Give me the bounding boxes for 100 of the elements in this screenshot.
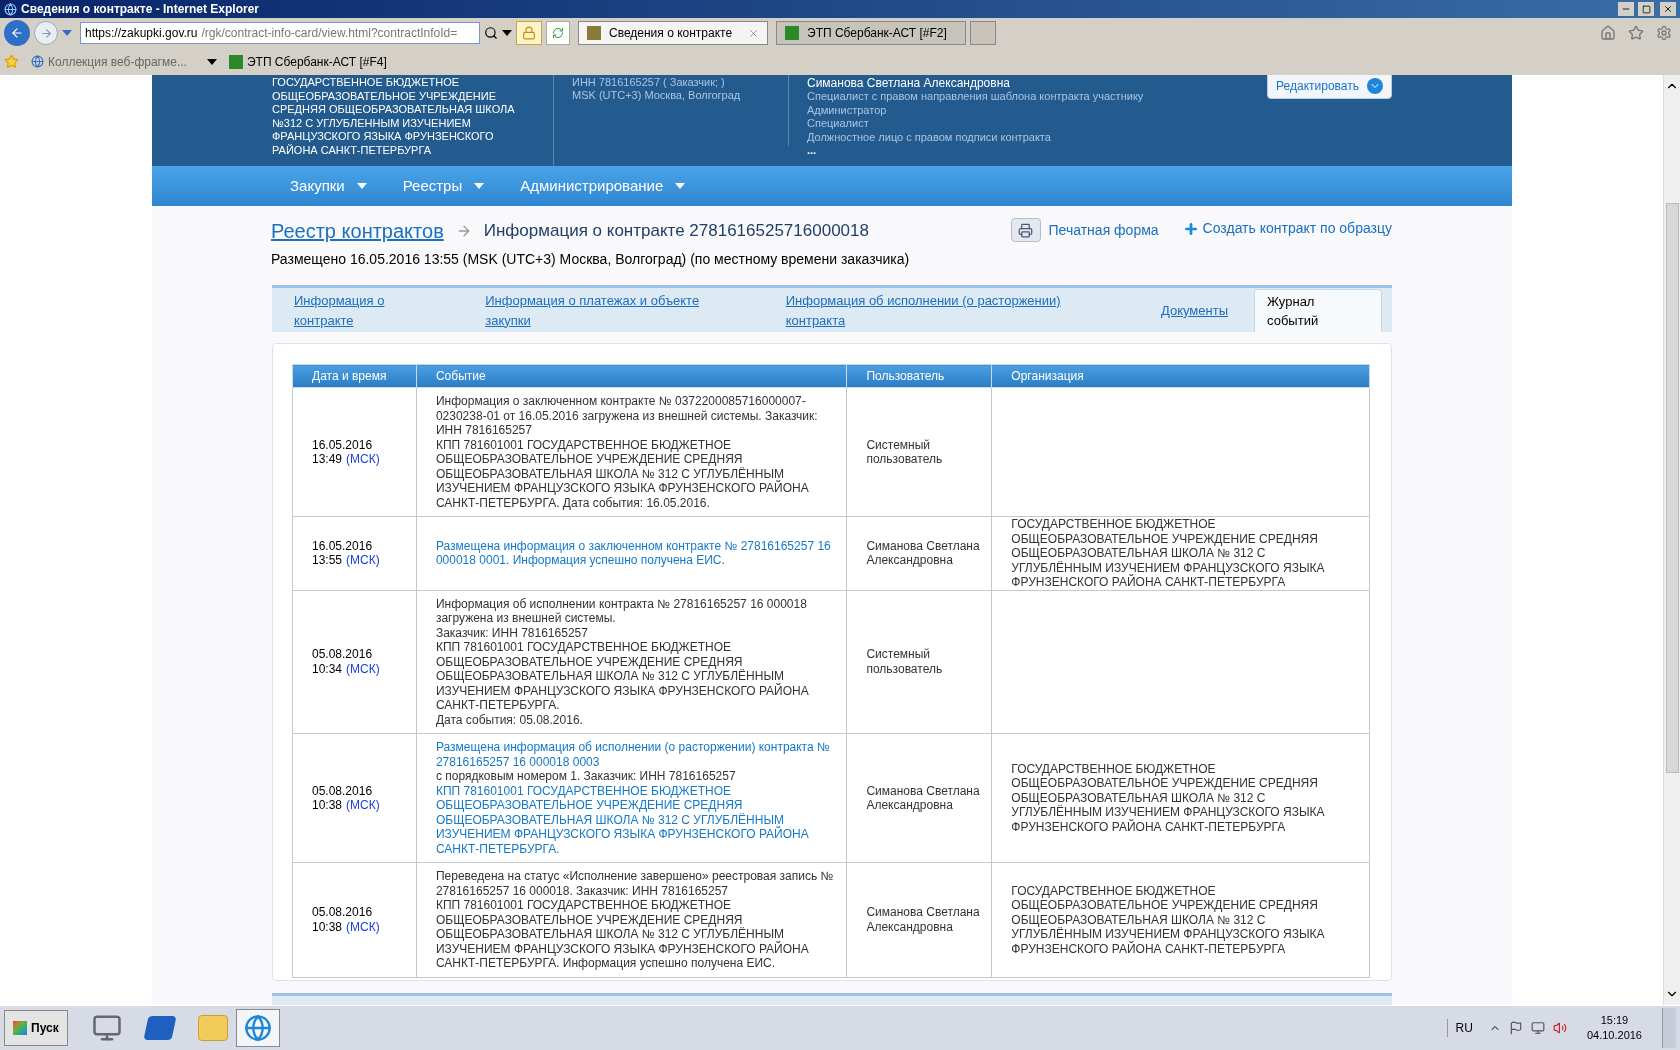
column-header: Пользователь bbox=[846, 364, 992, 388]
search-icon[interactable] bbox=[484, 26, 498, 40]
event-link[interactable]: Размещена информация об исполнении (о расторжении) контракта № 27816165257 16 000018 0003 bbox=[435, 740, 839, 769]
print-link[interactable]: Печатная форма bbox=[1010, 218, 1159, 242]
nav-menu-item[interactable]: Реестры bbox=[402, 174, 485, 198]
close-icon bbox=[1663, 4, 1673, 14]
caret-icon bbox=[206, 58, 217, 65]
plus-icon bbox=[1182, 220, 1199, 237]
column-header: Событие bbox=[416, 364, 847, 388]
forward-arrow-icon bbox=[39, 26, 53, 40]
settings-icon[interactable] bbox=[1656, 25, 1672, 41]
create-link[interactable]: Создать контракт по образцу bbox=[1182, 218, 1392, 239]
refresh-icon bbox=[552, 27, 564, 39]
event-text: Информация об исполнении контракта № 27816165257 16 000018 загружена из внешней системы. Заказчик: ИНН 7816165257 КПП 781601001 ГОСУДАРСТВЕННОЕ БЮДЖЕТНОЕ ОБЩЕОБРАЗОВАТЕЛЬНОЕ УЧРЕЖДЕНИЕ СРЕДНЯЯ ОБЩЕОБРАЗОВАТЕЛЬНАЯ ШКОЛА № 312 С УГЛУБЛЁННЫМ ИЗУЧЕНИЕМ ФРАНЦУЗСКОГО ЯЗЫКА ФРУНЗЕНСКОГО РАЙОНА САНКТ-ПЕТЕРБУРГА. Дата события: 05.08.2016. bbox=[435, 596, 810, 727]
customer-info: ИНН 7816165257 ( Заказчик; ) bbox=[572, 76, 726, 89]
more-text: ... bbox=[807, 144, 818, 156]
browser-tab[interactable]: Сведения о контракте bbox=[578, 21, 768, 45]
chevron-down-icon bbox=[1367, 78, 1383, 94]
timezone-link[interactable]: (МСК) bbox=[346, 798, 380, 813]
tab[interactable]: Документы bbox=[1149, 289, 1240, 332]
tab[interactable]: Информация о платежах и объекте закупки bbox=[473, 289, 760, 332]
lock-icon bbox=[522, 26, 536, 40]
event-text: Переведена на статус «Исполнение завершено» реестровая запись № 27816165257 16 000018. Заказчик: ИНН 7816165257 КПП 781601001 ГОСУДАРСТВЕННОЕ БЮДЖЕТНОЕ ОБЩЕОБРАЗОВАТЕЛЬНОЕ УЧРЕЖДЕНИЕ СРЕДНЯЯ ОБЩЕОБРАЗОВАТЕЛЬНАЯ ШКОЛА № 312 С УГЛУБЛЁННЫМ ИЗУЧЕНИЕМ ФРАНЦУЗСКОГО ЯЗЫКА ФРУНЗЕНСКОГО РАЙОНА САНКТ-ПЕТЕРБУРГА. Информация успешно получена ЕИС. bbox=[435, 869, 835, 971]
address-bar[interactable]: https://zakupki.gov.ru /rgk/contract-info-card/view.html?contractInfoId= bbox=[80, 22, 480, 44]
clock-date[interactable]: 04.10.2016 bbox=[1586, 1028, 1642, 1043]
event-link[interactable]: Размещена информация о заключенном контракте № 27816165257 16 000018 0001. Информация успешно получена ЕИС. bbox=[435, 538, 839, 568]
start-button[interactable]: Пуск bbox=[4, 1010, 68, 1046]
nav-menu-item[interactable]: Администрирование bbox=[520, 174, 686, 198]
tab[interactable]: Журнал событий bbox=[1254, 289, 1382, 332]
column-header: Организация bbox=[991, 364, 1370, 388]
event-text: Информация о заключенном контракте № 0372200085716000007-0230238-01 от 16.05.2016 загружена из внешней системы. Заказчик: ИНН 7816165257 КПП 781601001 ГОСУДАРСТВЕННОЕ БЮДЖЕТНОЕ ОБЩЕОБРАЗОВАТЕЛЬНОЕ УЧРЕЖДЕНИЕ СРЕДНЯЯ ОБЩЕОБРАЗОВАТЕЛЬНАЯ ШКОЛА № 312 С УГЛУБЛЁННЫМ ИЗУЧЕНИЕМ ФРАНЦУЗСКОГО ЯЗЫКА ФРУНЗЕНСКОГО РАЙОНА САНКТ-ПЕТЕРБУРГА. Дата события: 16.05.2016. bbox=[435, 394, 819, 510]
site-icon bbox=[785, 26, 799, 40]
event-date: 16.05.2016 bbox=[312, 437, 374, 452]
tab[interactable]: Информация о контракте bbox=[282, 289, 460, 332]
maximize-button[interactable] bbox=[1638, 2, 1654, 16]
timezone-link[interactable]: (МСК) bbox=[346, 919, 380, 935]
event-date: 05.08.2016 bbox=[312, 905, 374, 920]
timezone-link[interactable]: (МСК) bbox=[346, 452, 380, 467]
folder-icon[interactable] bbox=[197, 1015, 228, 1041]
caret-icon bbox=[675, 183, 686, 189]
new-tab-button[interactable] bbox=[970, 21, 996, 45]
flag-icon[interactable] bbox=[1508, 1021, 1523, 1035]
network-icon[interactable] bbox=[1530, 1021, 1545, 1035]
timezone-link[interactable]: (МСК) bbox=[346, 553, 380, 568]
windows-logo-icon bbox=[13, 1021, 27, 1035]
caret-icon bbox=[502, 30, 512, 36]
event-text: с порядковым номером 1. Заказчик: ИНН 7816165257 bbox=[435, 769, 737, 784]
clock-time[interactable]: 15:19 bbox=[1600, 1013, 1629, 1028]
maximize-icon bbox=[1641, 4, 1651, 14]
event-link[interactable]: КПП 781601001 ГОСУДАРСТВЕННОЕ БЮДЖЕТНОЕ ОБЩЕОБРАЗОВАТЕЛЬНОЕ УЧРЕЖДЕНИЕ СРЕДНЯЯ ОБЩЕОБРАЗОВАТЕЛЬНАЯ ШКОЛА № 312 С УГЛУБЛЁННЫМ ИЗУЧЕНИЕМ ФРАНЦУЗСКОГО ЯЗЫКА ФРУНЗЕНСКОГО РАЙОНА САНКТ-ПЕТЕРБУРГА. bbox=[435, 783, 839, 856]
event-time: 13:55 bbox=[312, 553, 343, 568]
organization-cell: ГОСУДАРСТВЕННОЕ БЮДЖЕТНОЕ ОБЩЕОБРАЗОВАТЕЛЬНОЕ УЧРЕЖДЕНИЕ СРЕДНЯЯ ОБЩЕОБРАЗОВАТЕЛЬНАЯ ШКОЛА № 312 С УГЛУБЛЁННЫМ ИЗУЧЕНИЕМ ФРАНЦУЗСКОГО ЯЗЫКА ФРУНЗЕНСКОГО РАЙОНА САНКТ-ПЕТЕРБУРГА bbox=[991, 862, 1370, 977]
customer-info: MSK (UTC+3) Москва, Волгоград bbox=[572, 89, 742, 102]
show-desktop-button[interactable] bbox=[1662, 1008, 1676, 1048]
close-tab-icon[interactable] bbox=[748, 27, 759, 39]
user-cell: Симанова Светлана Александровна bbox=[846, 733, 992, 863]
browser-icon bbox=[4, 2, 17, 16]
browser-tab[interactable]: ЭТП Сбербанк-АСТ [#F2] bbox=[776, 21, 966, 45]
user-role: Специалист с правом направления шаблона контракта участнику bbox=[807, 90, 1144, 104]
minimize-button[interactable] bbox=[1618, 2, 1634, 16]
site-icon bbox=[228, 54, 243, 69]
event-date: 05.08.2016 bbox=[312, 647, 374, 662]
event-time: 10:38 bbox=[312, 919, 343, 935]
page-title: Информация о контракте 2781616525716000018 bbox=[483, 220, 869, 243]
organization-name: ГОСУДАРСТВЕННОЕ БЮДЖЕТНОЕ ОБЩЕОБРАЗОВАТЕЛЬНОЕ УЧРЕЖДЕНИЕ СРЕДНЯЯ ОБЩЕОБРАЗОВАТЕЛЬНАЯ ШКОЛА №312 С УГЛУБЛЕННЫМ ИЗУЧЕНИЕМ ФРАНЦУЗСКОГО ЯЗЫКА ФРУНЗЕНСКОГО РАЙОНА САНКТ-ПЕТЕРБУРГА bbox=[272, 75, 516, 158]
nav-menu-item[interactable]: Закупки bbox=[290, 174, 367, 198]
event-time: 13:49 bbox=[312, 452, 343, 467]
caret-icon bbox=[474, 183, 485, 189]
page-icon bbox=[31, 55, 44, 68]
favorites-item[interactable]: Коллекция веб-фрагме... bbox=[31, 52, 217, 71]
event-date: 05.08.2016 bbox=[312, 783, 374, 798]
browser-taskbar-button[interactable] bbox=[235, 1009, 280, 1047]
user-cell: Системный пользователь bbox=[846, 387, 992, 517]
scroll-thumb[interactable] bbox=[1665, 203, 1679, 773]
user-role: Должностное лицо с правом подписи контракта bbox=[807, 130, 1052, 144]
printer-icon bbox=[1010, 218, 1041, 242]
user-cell: Системный пользователь bbox=[846, 590, 992, 734]
lock-button[interactable] bbox=[516, 21, 542, 45]
close-button[interactable] bbox=[1660, 2, 1676, 16]
scrollbar[interactable] bbox=[1663, 75, 1680, 1005]
speaker-icon[interactable] bbox=[1552, 1021, 1567, 1035]
timezone-link[interactable]: (МСК) bbox=[346, 661, 380, 677]
favorites-item[interactable]: ЭТП Сбербанк-АСТ [#F4] bbox=[228, 52, 387, 71]
tab[interactable]: Информация об исполнении (о расторжении) контракта bbox=[773, 289, 1135, 332]
back-button[interactable] bbox=[4, 20, 30, 46]
favorites-icon[interactable] bbox=[1628, 25, 1644, 41]
user-cell: Симанова Светлана Александровна bbox=[846, 516, 992, 590]
site-icon bbox=[587, 26, 601, 40]
user-role: Специалист bbox=[807, 117, 870, 131]
edit-button[interactable]: Редактировать bbox=[1267, 75, 1392, 99]
language-indicator[interactable]: RU bbox=[1446, 1019, 1473, 1037]
column-header: Дата и время bbox=[292, 364, 417, 388]
forward-button[interactable] bbox=[34, 21, 58, 45]
posted-info: Размещено 16.05.2016 13:55 (MSK (UTC+3) Москва, Волгоград) (по местному времени заказчика) bbox=[271, 250, 911, 269]
refresh-button[interactable] bbox=[546, 21, 570, 45]
user-cell: Симанова Светлана Александровна bbox=[846, 862, 992, 977]
breadcrumb-link[interactable]: Реестр контрактов bbox=[271, 216, 444, 246]
user-name: Симанова Светлана Александровна bbox=[807, 76, 1011, 90]
event-date: 16.05.2016 bbox=[312, 538, 374, 554]
home-icon[interactable] bbox=[1600, 25, 1616, 41]
